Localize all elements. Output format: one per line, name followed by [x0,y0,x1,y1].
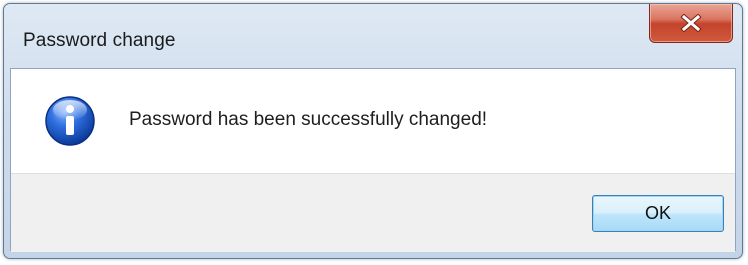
dialog-message: Password has been successfully changed! [129,109,488,130]
button-bar: OK [11,173,735,252]
close-button[interactable] [649,4,733,43]
window-title: Password change [23,30,176,51]
message-area: Password has been successfully changed! [11,69,735,173]
password-change-dialog: Password change Password has been succes… [3,3,743,259]
ok-button[interactable]: OK [592,195,724,232]
information-icon [45,96,95,146]
title-bar[interactable]: Password change [4,4,742,64]
close-icon [680,14,702,32]
dialog-body: Password has been successfully changed! … [10,68,736,252]
